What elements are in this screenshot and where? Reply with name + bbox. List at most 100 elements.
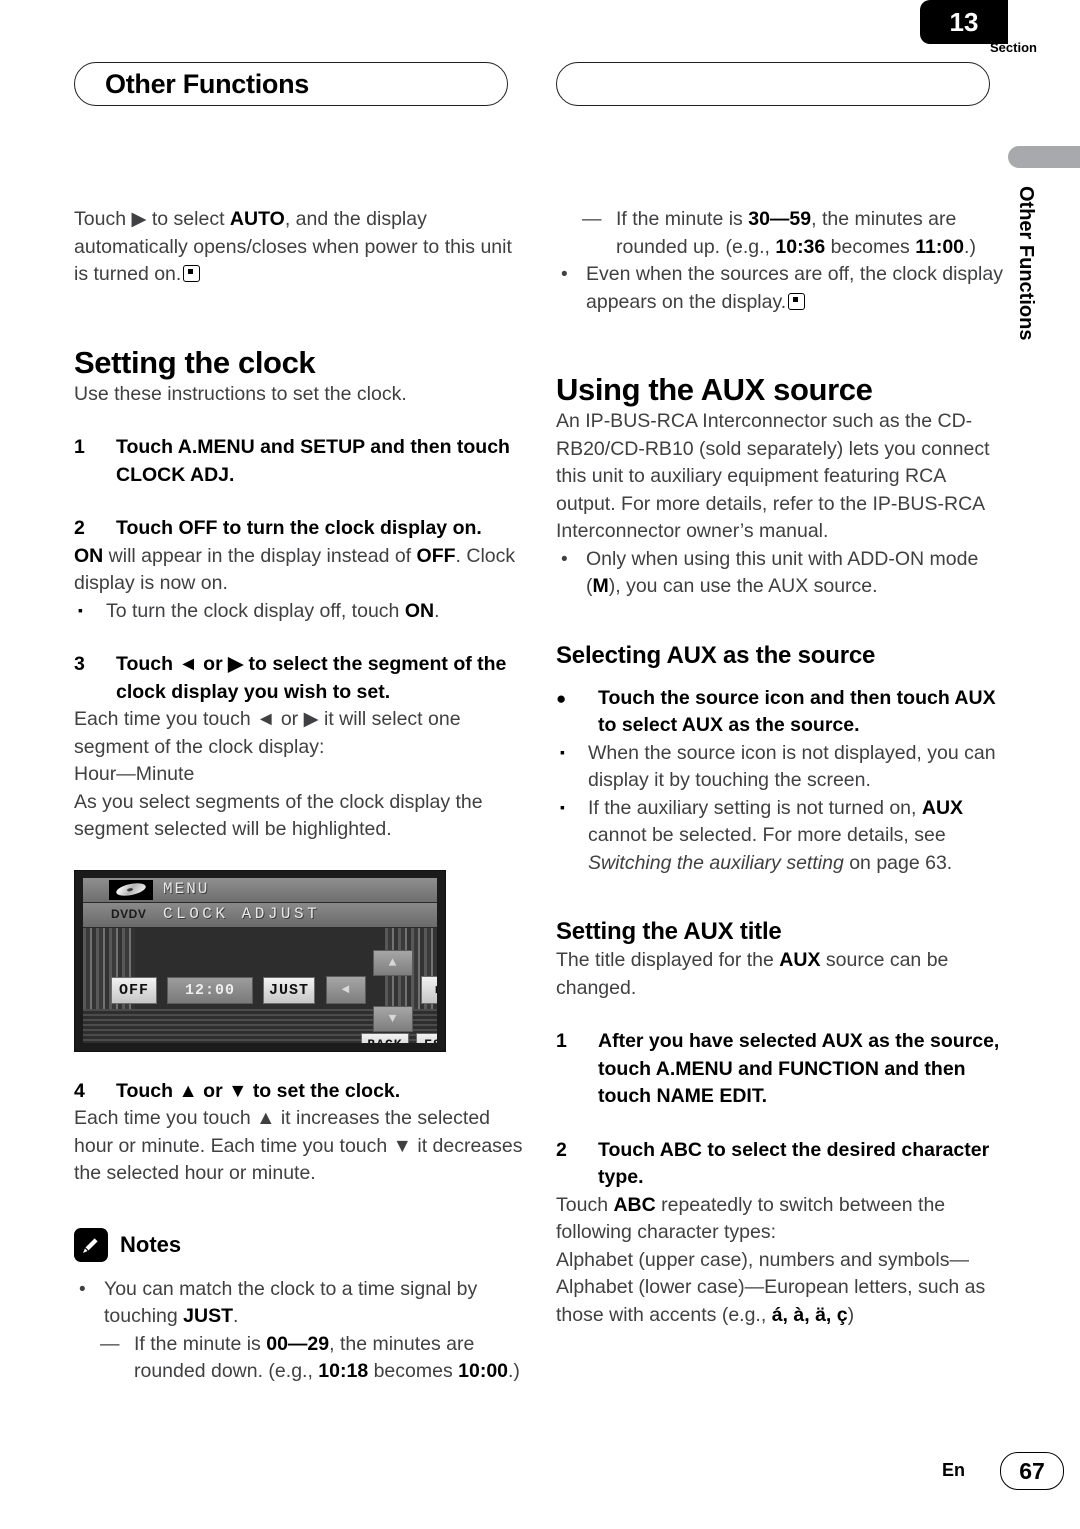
note-1-bold: JUST: [183, 1305, 234, 1327]
device-off-button[interactable]: OFF: [111, 976, 157, 1004]
heading-setting-the-aux-title: Setting the AUX title: [556, 918, 782, 945]
step-2-off: OFF: [416, 544, 456, 567]
device-esc-button[interactable]: ESC: [416, 1032, 437, 1043]
selecting-step-text: Touch the source icon and then touch AUX…: [598, 686, 996, 737]
step-2-note: ▪ To turn the clock display off, touch O…: [74, 598, 524, 626]
bullet-icon: •: [79, 1278, 86, 1300]
chapter-title: Other Functions: [105, 69, 309, 99]
right-column: — If the minute is 30—59, the minutes ar…: [556, 206, 1006, 1329]
title-step-1: 1 After you have selected AUX as the sou…: [556, 1028, 1006, 1111]
note-1-sub-pre: If the minute is: [134, 1332, 267, 1355]
selecting-note-2-post: on page 63.: [843, 851, 953, 874]
selecting-note-1-text: When the source icon is not displayed, y…: [588, 741, 996, 792]
intro-mid: to select: [146, 208, 230, 230]
step-3-body-1: Each time you touch ◄ or ▶ it will selec…: [74, 708, 461, 758]
device-screen: MENU DVDV CLOCK ADJUST OFF 12:00 JUST ◄ …: [83, 877, 437, 1043]
aux-bullet-post: ), you can use the AUX source.: [608, 575, 878, 597]
step-3-body-2: Hour—Minute: [74, 763, 195, 785]
device-just-button[interactable]: JUST: [263, 976, 315, 1004]
device-screen-title: CLOCK ADJUST: [163, 904, 321, 923]
step-3-text: Touch ◄ or ▶ to select the segment of th…: [116, 653, 507, 703]
bullet-icon: •: [561, 264, 568, 285]
end-mark-icon: [183, 265, 201, 282]
intro-bold: AUTO: [229, 208, 285, 230]
dvd-logo-icon: DVDV: [111, 906, 147, 921]
selecting-step: ● Touch the source icon and then touch A…: [556, 685, 1006, 740]
side-tab-label: Other Functions: [1015, 186, 1037, 341]
cont-sub-post: .): [964, 235, 976, 258]
device-screenshot: MENU DVDV CLOCK ADJUST OFF 12:00 JUST ◄ …: [74, 869, 446, 1052]
device-up-arrow-button[interactable]: ▲: [373, 949, 413, 976]
note-1-sub-mid2: becomes: [368, 1360, 459, 1382]
square-bullet-icon: ▪: [560, 798, 565, 815]
step-4-body: Each time you touch ▲ it increases the s…: [74, 1107, 523, 1184]
step-2-note-pre: To turn the clock display off, touch: [106, 599, 405, 622]
step-4-text: Touch ▲ or ▼ to set the clock.: [116, 1079, 401, 1102]
step-4: 4 Touch ▲ or ▼ to set the clock.: [74, 1078, 524, 1106]
down-arrow-icon: ▼: [388, 1011, 398, 1026]
selecting-note-1: ▪ When the source icon is not displayed,…: [556, 740, 1006, 795]
selecting-note-2-pre: If the auxiliary setting is not turned o…: [588, 796, 922, 819]
step-2-note-post: .: [434, 599, 440, 622]
disc-icon: [109, 879, 153, 900]
step-2-text: Touch OFF to turn the clock display on.: [116, 517, 482, 539]
intro-pre: Touch: [74, 208, 132, 230]
left-arrow-icon: ◄: [341, 982, 351, 997]
square-bullet-icon: ▪: [560, 743, 565, 760]
selecting-note-2: ▪ If the auxiliary setting is not turned…: [556, 795, 1006, 878]
title-step-2-pre: Touch: [556, 1193, 614, 1216]
cont-note-bullet: • Even when the sources are off, the clo…: [556, 261, 1006, 316]
heading-using-the-aux-source: Using the AUX source: [556, 372, 873, 407]
right-arrow-icon: ▶: [131, 208, 147, 230]
pencil-icon: [74, 1227, 108, 1262]
chapter-title-pill: Other Functions: [74, 62, 508, 106]
device-menu-label: MENU: [163, 879, 210, 898]
device-right-arrow-button[interactable]: ▶: [421, 975, 437, 1004]
title-step-2-text: Touch ABC to select the desired characte…: [598, 1138, 990, 1189]
aux-body: An IP-BUS-RCA Interconnector such as the…: [556, 410, 990, 542]
title-step-2-end: ): [847, 1303, 855, 1326]
note-1: • You can match the clock to a time sign…: [74, 1276, 524, 1331]
page-header: Other Functions: [74, 62, 1008, 108]
title-step-2-types: Alphabet (upper case), numbers and symbo…: [556, 1248, 986, 1326]
title-body: The title displayed for the AUX source c…: [556, 947, 1006, 1002]
step-1: 1 Touch A.MENU and SETUP and then touch …: [74, 434, 524, 489]
device-time-value[interactable]: 12:00: [167, 976, 253, 1004]
title-body-pre: The title displayed for the: [556, 949, 780, 971]
cont-note-sub: — If the minute is 30—59, the minutes ar…: [556, 206, 1006, 261]
note-1-post: .: [233, 1305, 239, 1327]
selecting-note-2-mid: cannot be selected. For more details, se…: [588, 824, 946, 846]
note-1-pre: You can match the clock to a time signal…: [104, 1277, 478, 1328]
empty-header-pill: [556, 62, 990, 106]
device-down-arrow-button[interactable]: ▼: [373, 1005, 413, 1032]
title-step-1-number: 1: [556, 1030, 567, 1052]
step-2-number: 2: [74, 517, 85, 539]
aux-bullet-mode: M: [592, 575, 609, 597]
title-step-2: 2 Touch ABC to select the desired charac…: [556, 1137, 1006, 1192]
left-column: Touch ▶ to select AUTO, and the display …: [74, 206, 524, 1386]
step-3-body-3: As you select segments of the clock disp…: [74, 790, 483, 841]
note-1-sub-range: 00—29: [266, 1332, 330, 1355]
up-arrow-icon: ▲: [388, 955, 398, 970]
step-4-number: 4: [74, 1079, 85, 1102]
step-1-text: Touch A.MENU and SETUP and then touch CL…: [116, 436, 510, 486]
step-2: 2 Touch OFF to turn the clock display on…: [74, 515, 524, 543]
title-step-2-body-1: Touch ABC repeatedly to switch between t…: [556, 1192, 1006, 1247]
square-bullet-icon: ▪: [78, 601, 83, 618]
side-tab-bar: [1008, 146, 1080, 168]
page-number: 67: [1000, 1452, 1064, 1490]
em-dash-icon: —: [100, 1332, 120, 1355]
step-2-note-bold: ON: [404, 599, 435, 622]
aux-bullet: • Only when using this unit with ADD-ON …: [556, 546, 1006, 601]
step-1-number: 1: [74, 436, 85, 458]
cont-sub-result: 11:00: [915, 235, 965, 258]
right-arrow-icon: ▶: [436, 983, 437, 996]
selecting-note-2-ref: Switching the auxiliary setting: [588, 851, 844, 874]
step-2-on: ON: [74, 544, 104, 567]
step-3: 3 Touch ◄ or ▶ to select the segment of …: [74, 651, 524, 706]
title-step-2-body-2: Alphabet (upper case), numbers and symbo…: [556, 1247, 1006, 1330]
cont-sub-pre: If the minute is: [616, 208, 749, 230]
device-left-arrow-button[interactable]: ◄: [326, 975, 366, 1004]
title-step-2-accents: á, à, ä, ç: [771, 1303, 848, 1326]
device-back-button[interactable]: BACK: [361, 1032, 409, 1043]
